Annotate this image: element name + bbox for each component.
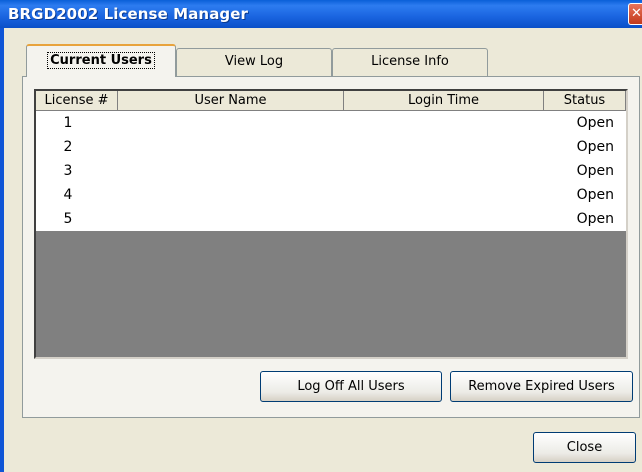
login-time xyxy=(344,159,544,183)
column-header-license[interactable]: License # xyxy=(36,91,118,111)
login-time xyxy=(344,135,544,159)
user-name xyxy=(118,135,344,159)
license-status: Open xyxy=(576,187,614,203)
login-time xyxy=(344,111,544,135)
user-name xyxy=(118,183,344,207)
tab-license-info-label: License Info xyxy=(371,54,449,69)
license-number: 4 xyxy=(63,187,73,203)
license-number: 5 xyxy=(63,211,73,227)
table-row[interactable]: 1 Open xyxy=(36,111,626,135)
user-name xyxy=(118,159,344,183)
license-number: 3 xyxy=(63,163,73,179)
license-number: 1 xyxy=(63,115,73,131)
table-row[interactable]: 4 Open xyxy=(36,183,626,207)
list-body: 1 Open 2 Open 3 Open 4 Open 5 Open xyxy=(36,111,626,231)
window-title: BRGD2002 License Manager xyxy=(8,5,249,23)
license-status: Open xyxy=(576,163,614,179)
user-name xyxy=(118,207,344,231)
table-row[interactable]: 3 Open xyxy=(36,159,626,183)
window-frame-left xyxy=(0,28,4,472)
table-row[interactable]: 2 Open xyxy=(36,135,626,159)
close-icon[interactable]: ✕ xyxy=(628,3,642,25)
license-status: Open xyxy=(576,115,614,131)
close-button[interactable]: Close xyxy=(533,432,636,463)
tab-view-log-label: View Log xyxy=(224,54,284,69)
tab-panel-current-users: License # User Name Login Time Status 1 … xyxy=(22,76,640,418)
license-status: Open xyxy=(576,139,614,155)
tab-current-users[interactable]: Current Users xyxy=(26,44,176,77)
login-time xyxy=(344,207,544,231)
remove-expired-users-button[interactable]: Remove Expired Users xyxy=(450,371,633,402)
title-bar[interactable]: BRGD2002 License Manager ✕ xyxy=(0,0,642,28)
table-row[interactable]: 5 Open xyxy=(36,207,626,231)
tab-view-log[interactable]: View Log xyxy=(176,48,332,76)
tab-current-users-label: Current Users xyxy=(47,52,155,69)
column-header-status[interactable]: Status xyxy=(544,91,626,111)
column-header-user-name[interactable]: User Name xyxy=(118,91,344,111)
login-time xyxy=(344,183,544,207)
list-header: License # User Name Login Time Status xyxy=(36,91,626,111)
user-name xyxy=(118,111,344,135)
license-status: Open xyxy=(576,211,614,227)
license-number: 2 xyxy=(63,139,73,155)
users-list-view[interactable]: License # User Name Login Time Status 1 … xyxy=(34,89,628,359)
log-off-all-users-button[interactable]: Log Off All Users xyxy=(260,371,442,402)
column-header-login-time[interactable]: Login Time xyxy=(344,91,544,111)
tab-license-info[interactable]: License Info xyxy=(332,48,488,76)
